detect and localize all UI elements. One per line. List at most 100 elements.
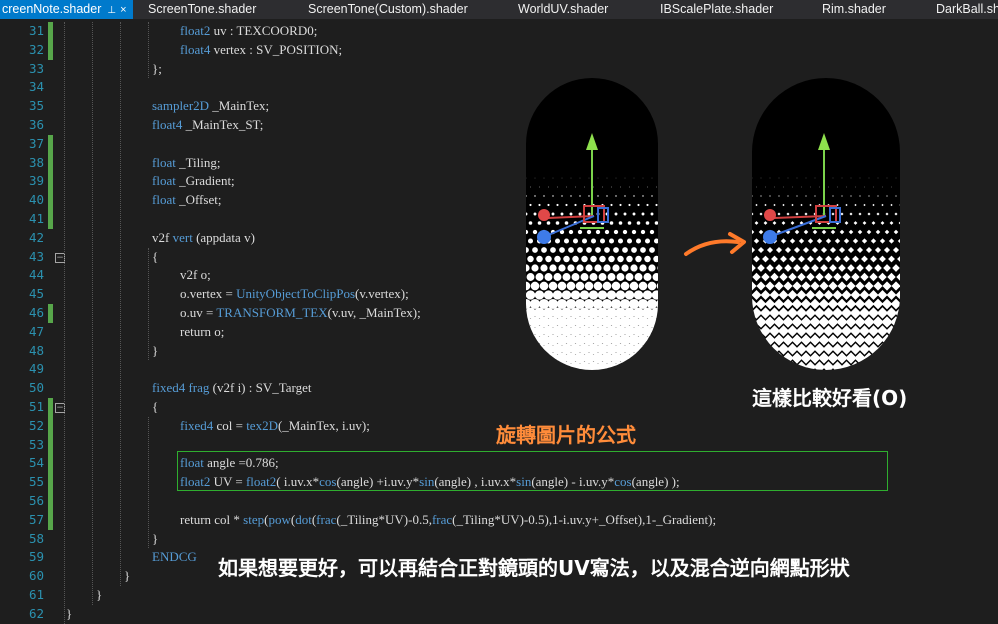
code-token: _Gradient; bbox=[176, 173, 235, 188]
code-line[interactable]: float _Gradient; bbox=[152, 172, 235, 191]
code-line[interactable]: float2 uv : TEXCOORD0; bbox=[180, 22, 317, 41]
tab-rim-shader[interactable]: Rim.shader bbox=[822, 0, 886, 19]
halftone-dot bbox=[585, 282, 594, 291]
halftone-dot bbox=[604, 247, 610, 253]
tab-creennote-shader[interactable]: creenNote.shader⊥× bbox=[0, 0, 133, 19]
halftone-dot bbox=[652, 178, 653, 179]
code-line[interactable]: sampler2D _MainTex; bbox=[152, 97, 269, 116]
line-number: 41 bbox=[0, 210, 44, 229]
code-token: (v2f i) : SV_Target bbox=[209, 380, 311, 395]
pin-icon[interactable]: ⊥ bbox=[107, 1, 116, 19]
halftone-dot bbox=[610, 221, 614, 225]
code-line[interactable]: v2f o; bbox=[180, 266, 211, 285]
code-token: } bbox=[152, 531, 158, 546]
code-token: vertex : SV_POSITION; bbox=[210, 42, 342, 57]
code-token: float2 bbox=[180, 23, 210, 38]
halftone-dot bbox=[649, 247, 655, 253]
halftone-dot bbox=[647, 353, 658, 364]
halftone-dot bbox=[593, 299, 603, 309]
halftone-dot bbox=[575, 187, 576, 188]
halftone-dot bbox=[566, 299, 576, 309]
halftone-dot bbox=[597, 195, 598, 196]
halftone-dot bbox=[538, 221, 542, 225]
line-number: 52 bbox=[0, 417, 44, 436]
halftone-dot bbox=[613, 247, 619, 253]
tab-label: DarkBall.sh bbox=[936, 2, 998, 16]
halftone-dot bbox=[572, 273, 580, 281]
halftone-dot bbox=[565, 221, 569, 225]
code-token: } bbox=[124, 568, 130, 583]
change-marker bbox=[48, 191, 53, 210]
tab-screentone-shader[interactable]: ScreenTone.shader bbox=[148, 0, 256, 19]
gizmo-x-handle-icon bbox=[764, 209, 776, 221]
halftone-dot bbox=[647, 335, 658, 346]
line-number: 51 bbox=[0, 398, 44, 417]
code-line[interactable]: o.vertex = UnityObjectToClipPos(v.vertex… bbox=[180, 285, 409, 304]
halftone-dot bbox=[585, 264, 592, 271]
code-line[interactable]: float4 _MainTex_ST; bbox=[152, 116, 263, 135]
code-token: _MainTex; bbox=[209, 98, 269, 113]
halftone-dot bbox=[534, 213, 537, 216]
halftone-dot bbox=[529, 221, 533, 225]
code-line[interactable]: return o; bbox=[180, 323, 224, 342]
halftone-dot bbox=[589, 290, 598, 299]
tab-screentone-custom-shader[interactable]: ScreenTone(Custom).shader bbox=[308, 0, 468, 19]
halftone-dot bbox=[526, 344, 536, 355]
code-line[interactable]: fixed4 col = tex2D(_MainTex, i.uv); bbox=[180, 417, 370, 436]
code-line[interactable]: float4 vertex : SV_POSITION; bbox=[180, 41, 342, 60]
tab-darkball-sh[interactable]: DarkBall.sh bbox=[936, 0, 998, 19]
close-icon[interactable]: × bbox=[120, 1, 126, 19]
code-line[interactable]: { bbox=[152, 248, 158, 267]
code-line[interactable]: { bbox=[152, 398, 158, 417]
halftone-dot bbox=[635, 256, 641, 262]
halftone-dot bbox=[611, 299, 621, 309]
halftone-dot bbox=[646, 204, 648, 206]
code-line[interactable]: ENDCG bbox=[152, 548, 197, 567]
code-token: _Offset; bbox=[176, 192, 222, 207]
halftone-dot bbox=[527, 273, 535, 281]
line-number: 32 bbox=[0, 41, 44, 60]
halftone-dot bbox=[642, 213, 645, 216]
code-line[interactable]: } bbox=[124, 567, 130, 586]
code-line[interactable]: return col * step(pow(dot(frac(_Tiling*U… bbox=[180, 511, 716, 530]
indent-guide bbox=[148, 22, 149, 78]
halftone-dot bbox=[895, 325, 900, 336]
halftone-dot bbox=[624, 362, 635, 370]
line-number: 55 bbox=[0, 473, 44, 492]
halftone-dot bbox=[642, 362, 653, 370]
code-line[interactable]: v2f vert (appdata v) bbox=[152, 229, 255, 248]
halftone-dot bbox=[580, 290, 589, 299]
code-line[interactable]: }; bbox=[152, 60, 162, 79]
tab-ibscaleplate-shader[interactable]: IBScalePlate.shader bbox=[660, 0, 773, 19]
halftone-dot bbox=[569, 230, 573, 234]
halftone-dot bbox=[647, 187, 648, 188]
halftone-dot bbox=[630, 264, 637, 271]
halftone-dot bbox=[526, 353, 531, 364]
halftone-dot bbox=[651, 344, 658, 355]
code-line[interactable]: float _Tiling; bbox=[152, 154, 221, 173]
halftone-dot bbox=[643, 178, 644, 179]
halftone-dot bbox=[584, 187, 585, 188]
line-number: 62 bbox=[0, 605, 44, 624]
code-line[interactable]: o.uv = TRANSFORM_TEX(v.uv, _MainTex); bbox=[180, 304, 421, 323]
halftone-dot bbox=[607, 290, 616, 299]
code-line[interactable]: } bbox=[152, 530, 158, 549]
change-marker bbox=[48, 417, 53, 436]
halftone-dot bbox=[553, 290, 562, 299]
halftone-dot bbox=[536, 256, 542, 262]
halftone-dot bbox=[599, 256, 605, 262]
code-line[interactable]: } bbox=[66, 605, 72, 624]
code-line[interactable]: } bbox=[152, 342, 158, 361]
code-line[interactable]: fixed4 frag (v2f i) : SV_Target bbox=[152, 379, 312, 398]
document-tab-bar: creenNote.shader⊥× ScreenTone.shader Scree… bbox=[0, 0, 998, 19]
halftone-dot bbox=[566, 187, 567, 188]
halftone-dot bbox=[541, 247, 547, 253]
halftone-dot bbox=[545, 256, 551, 262]
code-token: } bbox=[66, 606, 72, 621]
code-line[interactable]: float _Offset; bbox=[152, 191, 221, 210]
halftone-dot bbox=[638, 299, 648, 309]
halftone-dot bbox=[543, 195, 544, 196]
line-number: 42 bbox=[0, 229, 44, 248]
tab-worlduv-shader[interactable]: WorldUV.shader bbox=[518, 0, 608, 19]
code-line[interactable]: } bbox=[96, 586, 102, 605]
